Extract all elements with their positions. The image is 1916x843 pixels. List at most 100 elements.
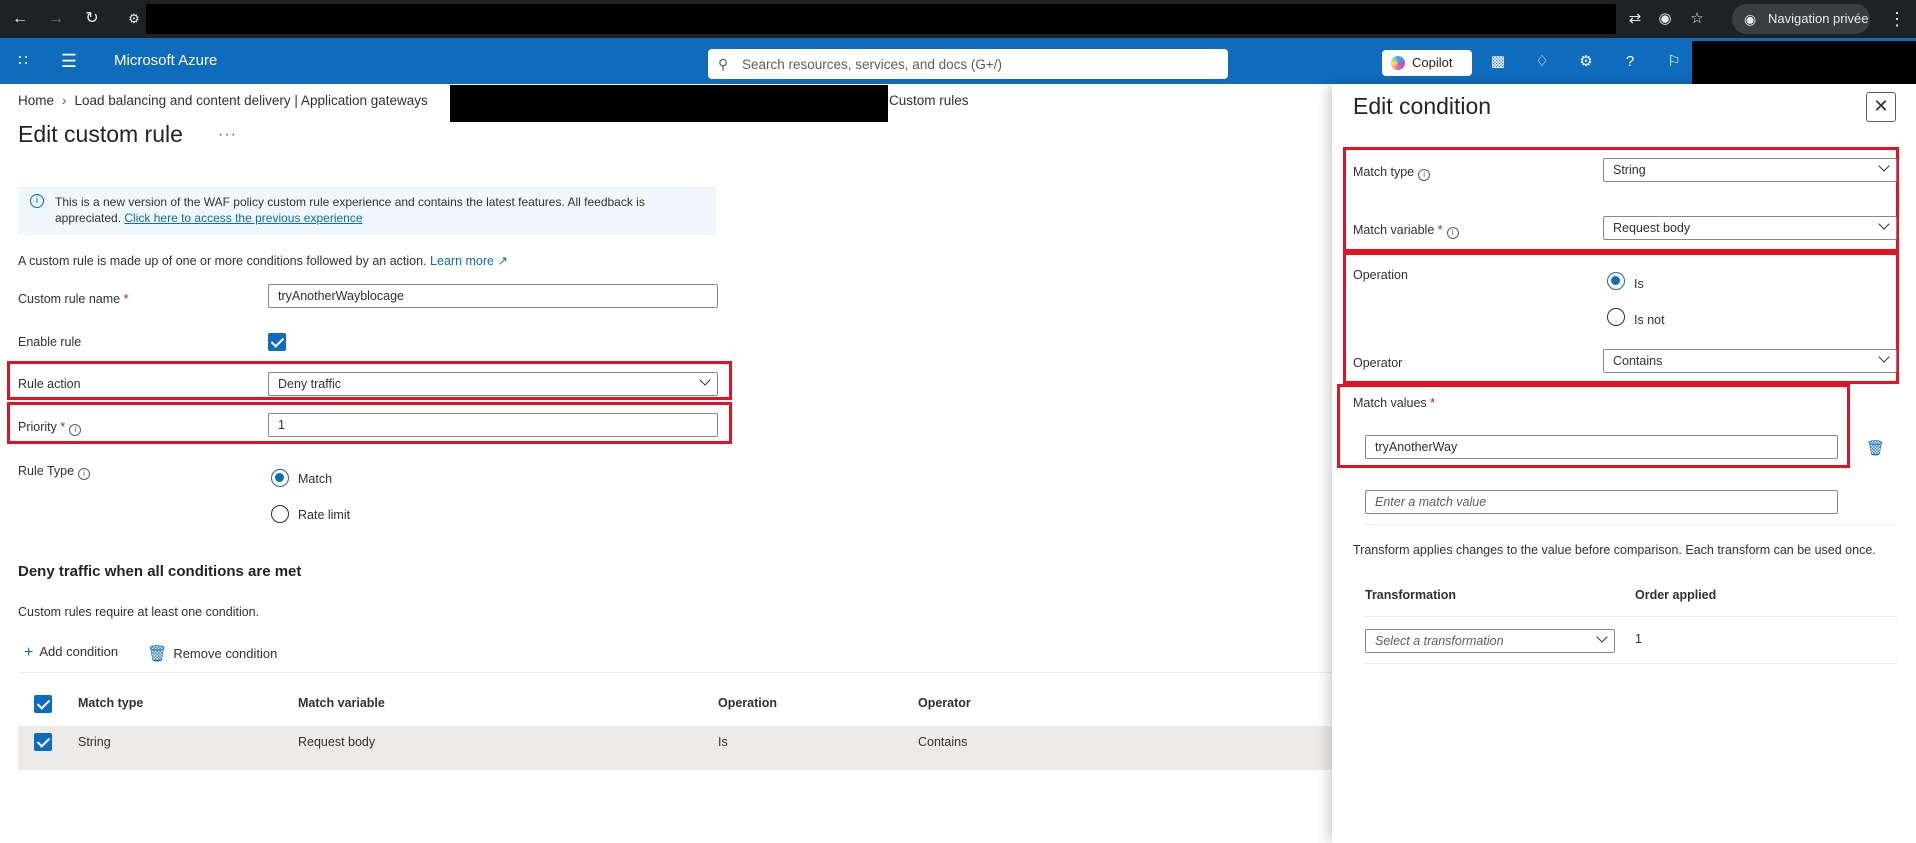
rule-action-value: Deny traffic xyxy=(278,377,341,391)
info-icon[interactable]: i xyxy=(78,468,91,480)
back-icon[interactable]: ← xyxy=(8,7,32,31)
copilot-button[interactable]: Copilot xyxy=(1382,50,1472,76)
breadcrumb-home[interactable]: Home xyxy=(18,93,54,108)
info-icon[interactable]: i xyxy=(1418,169,1431,181)
cell-match-variable: Request body xyxy=(298,735,376,749)
new-match-value-input[interactable]: Enter a match value xyxy=(1365,490,1838,514)
address-bar-redacted[interactable] xyxy=(146,4,1616,34)
search-input[interactable] xyxy=(742,53,1212,75)
match-values-label: Match values * xyxy=(1353,396,1435,410)
custom-rule-name-label: Custom rule name * xyxy=(18,292,128,306)
app-launcher-icon[interactable]: ∷ xyxy=(12,50,34,72)
cloud-shell-icon[interactable]: ▩ xyxy=(1486,50,1510,74)
match-type-value: String xyxy=(1613,163,1646,177)
breadcrumb-separator: › xyxy=(62,93,67,108)
rule-type-rate-limit-label: Rate limit xyxy=(298,508,351,522)
more-options-icon[interactable]: ··· xyxy=(218,126,237,144)
match-value-input[interactable]: tryAnotherWay xyxy=(1365,435,1838,459)
help-icon[interactable]: ? xyxy=(1618,50,1642,74)
divider xyxy=(1365,663,1897,664)
required-marker: * xyxy=(1430,396,1436,410)
translate-icon[interactable]: ⇄ xyxy=(1624,8,1646,30)
rule-type-match-label: Match xyxy=(298,472,333,486)
chevron-down-icon xyxy=(1878,218,1890,230)
operation-label: Operation xyxy=(1353,268,1408,282)
previous-experience-link[interactable]: Click here to access the previous experi… xyxy=(124,211,362,225)
divider xyxy=(1365,616,1897,617)
column-header-order-applied: Order applied xyxy=(1635,588,1717,602)
settings-gear-icon[interactable]: ⚙ xyxy=(1574,50,1598,74)
page-title: Edit custom rule xyxy=(18,121,183,147)
feedback-icon[interactable]: ⚐ xyxy=(1662,50,1686,74)
operation-is-not-radio[interactable] xyxy=(1607,308,1625,326)
bookmark-star-icon[interactable]: ☆ xyxy=(1686,8,1708,30)
learn-more-link[interactable]: Learn more ↗ xyxy=(430,254,508,268)
operator-value: Contains xyxy=(1613,354,1663,368)
operation-is-not-label: Is not xyxy=(1634,313,1665,327)
enable-rule-label: Enable rule xyxy=(18,335,82,349)
external-link-icon: ↗ xyxy=(497,254,508,268)
order-applied-value: 1 xyxy=(1635,632,1642,646)
transformation-placeholder: Select a transformation xyxy=(1375,634,1504,648)
info-icon[interactable]: i xyxy=(69,424,82,436)
rule-type-match-radio[interactable] xyxy=(271,469,289,487)
transform-note: Transform applies changes to the value b… xyxy=(1353,543,1876,557)
reload-icon[interactable]: ↻ xyxy=(80,7,104,31)
breadcrumb-custom-rules[interactable]: Custom rules xyxy=(889,93,969,108)
breadcrumb-redacted xyxy=(450,85,888,122)
browser-menu-icon[interactable]: ⋮ xyxy=(1888,8,1906,30)
custom-rule-name-input[interactable]: tryAnotherWayblocage xyxy=(268,284,718,308)
add-condition-label: Add condition xyxy=(39,644,119,659)
column-header-transformation: Transformation xyxy=(1365,588,1456,602)
table-row[interactable] xyxy=(18,726,1332,770)
info-icon: i xyxy=(30,194,44,208)
panel-title: Edit condition xyxy=(1353,93,1492,119)
conditions-heading: Deny traffic when all conditions are met xyxy=(18,563,302,580)
banner-text: This is a new version of the WAF policy … xyxy=(55,194,705,226)
required-marker: * xyxy=(123,292,129,306)
plus-icon: + xyxy=(24,644,34,661)
transformation-dropdown[interactable]: Select a transformation xyxy=(1365,629,1615,653)
priority-label: Priority * i xyxy=(18,420,82,436)
column-header-match-type: Match type xyxy=(78,696,144,710)
row-checkbox[interactable] xyxy=(34,733,52,751)
forward-icon[interactable]: → xyxy=(44,7,68,31)
close-icon[interactable]: ✕ xyxy=(1866,92,1896,122)
operation-is-radio[interactable] xyxy=(1607,272,1625,290)
azure-header: ∷ ☰ Microsoft Azure ⚲ Copilot ▩ ♢ ⚙ ? ⚐ xyxy=(0,38,1916,91)
private-browsing-badge[interactable]: ◉ Navigation privée xyxy=(1732,4,1870,34)
add-condition-button[interactable]: + Add condition xyxy=(24,644,118,662)
search-icon: ⚲ xyxy=(718,56,729,72)
rule-action-dropdown[interactable]: Deny traffic xyxy=(268,372,718,396)
info-banner: i This is a new version of the WAF polic… xyxy=(18,187,716,235)
priority-label-text: Priority xyxy=(18,420,57,434)
copilot-label: Copilot xyxy=(1412,55,1453,70)
match-variable-dropdown[interactable]: Request body xyxy=(1603,216,1897,240)
enable-rule-checkbox[interactable] xyxy=(268,333,286,351)
learn-more-label: Learn more xyxy=(430,254,494,268)
cell-operation: Is xyxy=(718,735,728,749)
operator-dropdown[interactable]: Contains xyxy=(1603,349,1897,373)
priority-input[interactable]: 1 xyxy=(268,413,718,437)
site-settings-icon[interactable]: ⚙ xyxy=(124,9,144,29)
breadcrumb-app-gateways[interactable]: Load balancing and content delivery | Ap… xyxy=(75,93,428,108)
brand-title[interactable]: Microsoft Azure xyxy=(114,38,217,84)
global-search[interactable]: ⚲ xyxy=(708,49,1228,79)
intro-message: A custom rule is made up of one or more … xyxy=(18,254,427,268)
chevron-down-icon xyxy=(1878,160,1890,172)
rule-type-rate-limit-radio[interactable] xyxy=(271,505,289,523)
remove-condition-button[interactable]: 🗑 Remove condition xyxy=(147,644,277,664)
match-type-dropdown[interactable]: String xyxy=(1603,158,1897,182)
select-all-checkbox[interactable] xyxy=(34,695,52,713)
cell-match-type: String xyxy=(78,735,111,749)
trash-icon: 🗑 xyxy=(147,646,168,663)
notifications-bell-icon[interactable]: ♢ xyxy=(1530,50,1554,74)
column-header-operator: Operator xyxy=(918,696,971,710)
trash-icon[interactable]: 🗑 xyxy=(1866,440,1885,458)
info-icon[interactable]: i xyxy=(1446,227,1459,239)
eye-off-icon[interactable]: ◉ xyxy=(1654,8,1676,30)
chevron-down-icon xyxy=(1596,631,1608,643)
rule-action-label: Rule action xyxy=(18,377,81,391)
hamburger-menu-icon[interactable]: ☰ xyxy=(58,50,80,72)
name-label-text: Custom rule name xyxy=(18,292,121,306)
